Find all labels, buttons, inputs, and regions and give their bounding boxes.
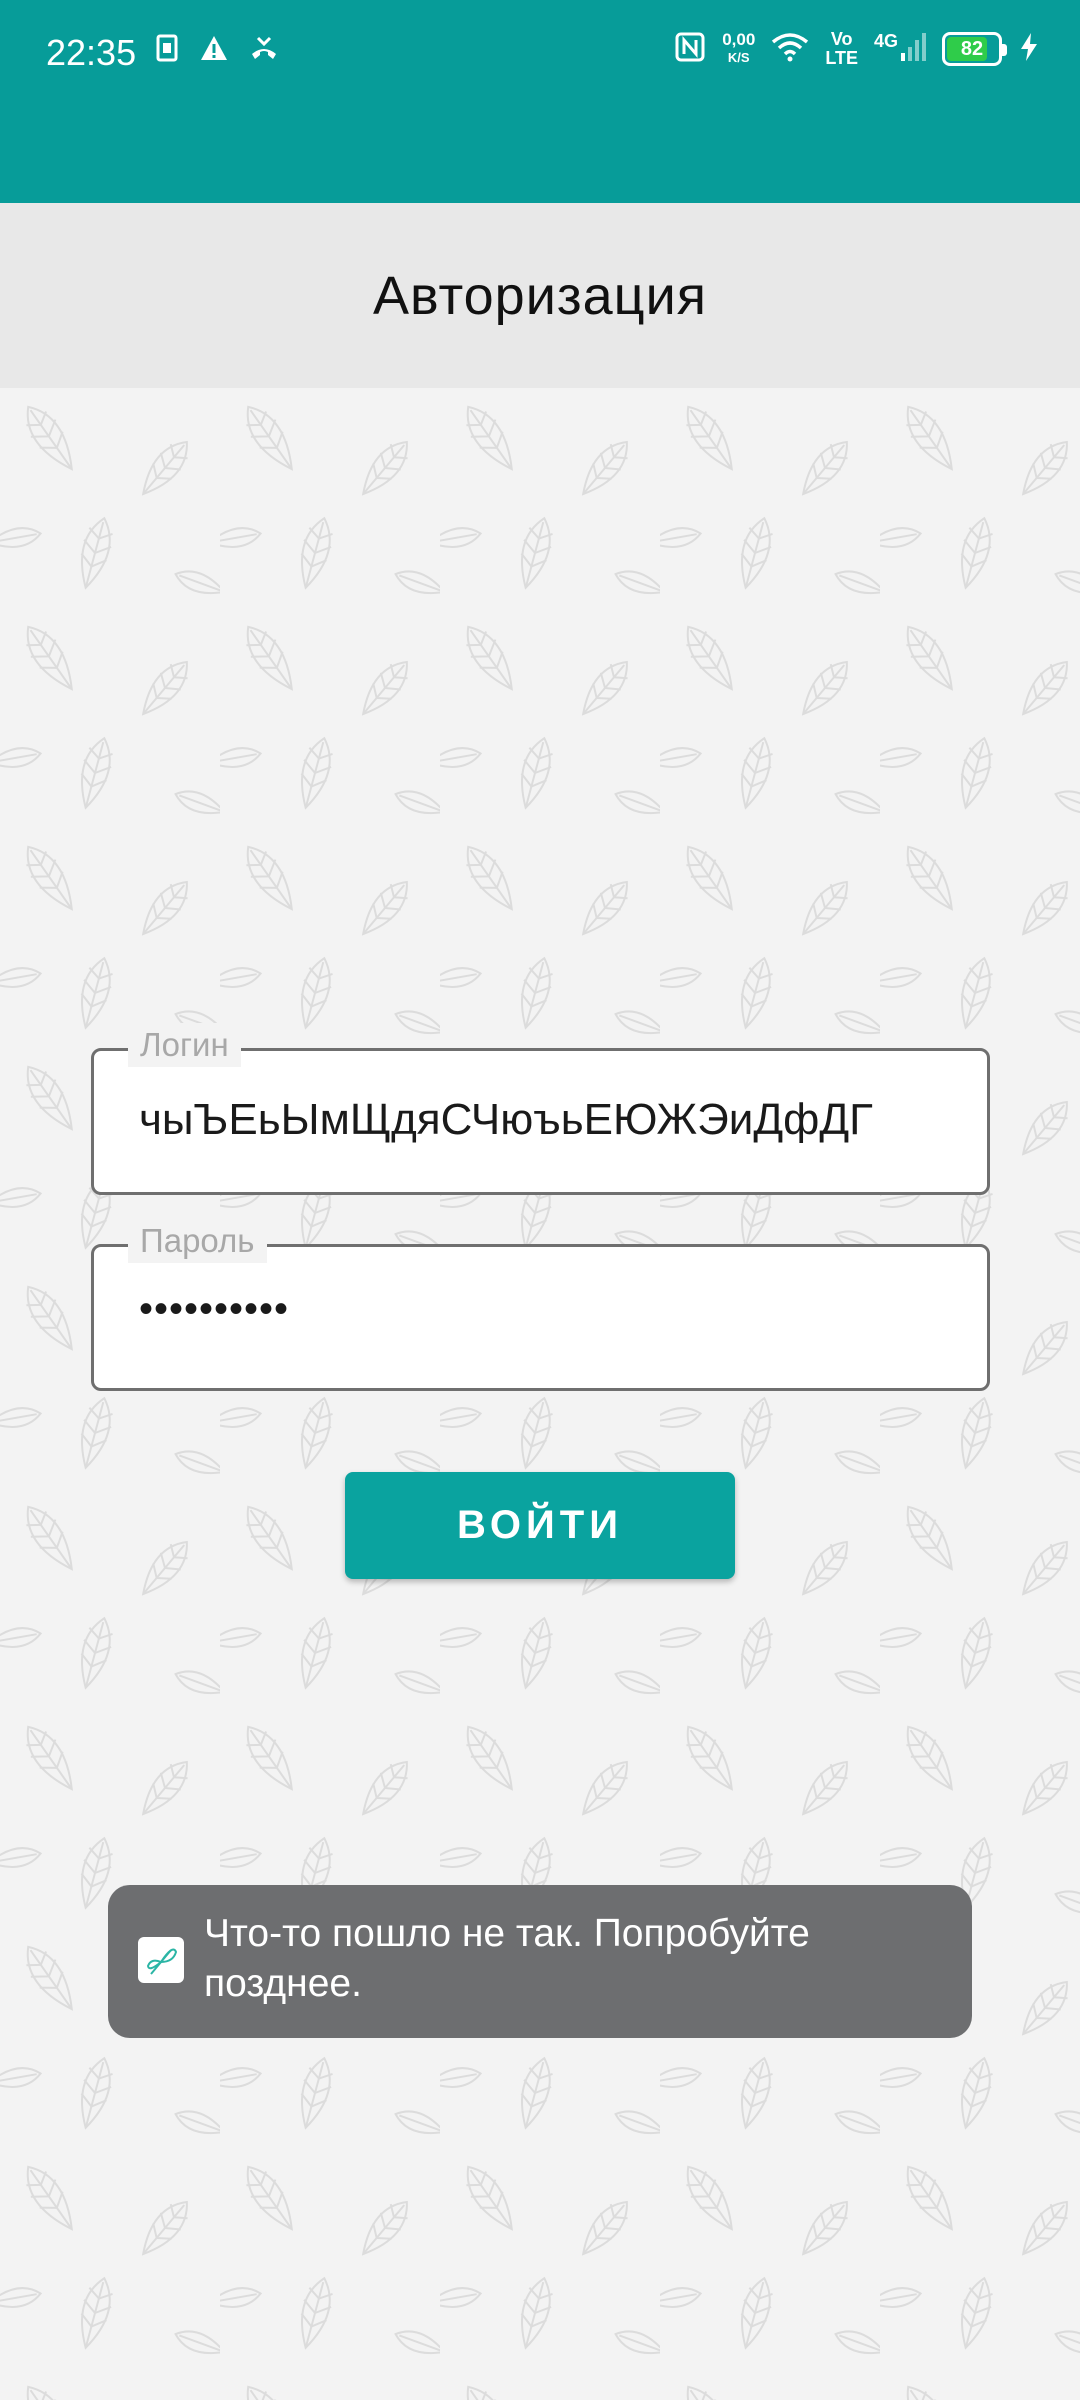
missed-call-icon <box>249 34 279 67</box>
login-button[interactable]: ВОЙТИ <box>345 1472 735 1579</box>
volte-line1: Vo <box>830 29 853 49</box>
nfc-icon <box>674 31 706 68</box>
charging-icon <box>1018 31 1040 68</box>
sim-card-icon <box>155 34 179 67</box>
net-speed-unit: K/S <box>727 50 750 65</box>
mobile-signal: 4G <box>874 31 926 68</box>
login-screen: Логин чыЪЕьЫмЩдяСЧюъьЕЮЖЭиДфДГ Пароль ••… <box>0 388 1080 2400</box>
status-bar: 22:35 0,00 K/S Vo LTE 4G 82 <box>0 0 1080 203</box>
login-input[interactable]: чыЪЕьЫмЩдяСЧюъьЕЮЖЭиДфДГ <box>139 1095 957 1145</box>
battery-percent: 82 <box>960 37 984 60</box>
network-type: 4G <box>873 30 898 51</box>
password-field[interactable]: Пароль •••••••••• <box>91 1219 990 1391</box>
status-time: 22:35 <box>46 32 137 73</box>
login-field[interactable]: Логин чыЪЕьЫмЩдяСЧюъьЕЮЖЭиДфДГ <box>91 1023 990 1195</box>
password-input[interactable]: •••••••••• <box>139 1287 957 1332</box>
leaf-pattern-background <box>0 388 1080 2400</box>
net-speed: 0,00 K/S <box>722 31 755 67</box>
signal-icon <box>900 31 926 68</box>
password-label: Пароль <box>128 1219 267 1263</box>
error-toast: Что-то пошло не так. Попробуйте позднее. <box>108 1885 972 2038</box>
volte-indicator: Vo LTE <box>825 30 858 68</box>
page-title: Авторизация <box>373 265 707 326</box>
status-right-icons: 0,00 K/S Vo LTE 4G 82 <box>674 30 1040 68</box>
app-bar: Авторизация <box>0 203 1080 388</box>
warning-icon <box>199 34 229 67</box>
net-speed-value: 0,00 <box>722 30 756 49</box>
battery-indicator: 82 <box>942 32 1007 66</box>
toast-message: Что-то пошло не так. Попробуйте позднее. <box>204 1912 810 2005</box>
app-butterfly-icon <box>138 1937 184 1983</box>
login-label: Логин <box>128 1023 241 1067</box>
volte-line2: LTE <box>825 48 858 68</box>
battery-tip <box>1002 44 1007 56</box>
status-left-icons <box>155 34 279 67</box>
wifi-icon <box>771 32 809 67</box>
